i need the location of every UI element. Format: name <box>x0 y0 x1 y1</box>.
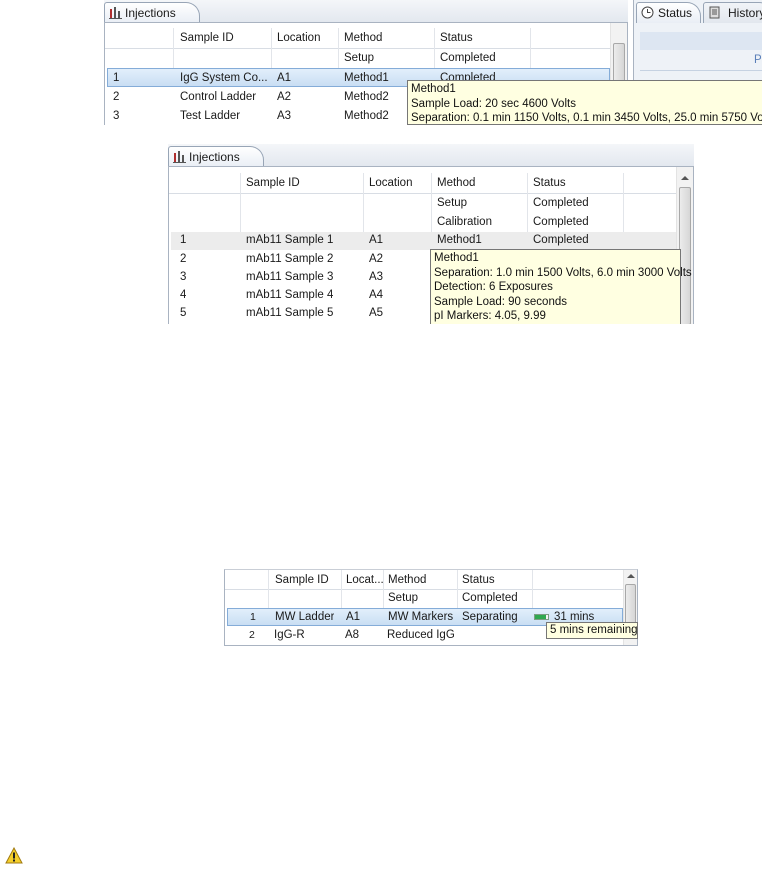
tooltip-line: Sample Load: 90 seconds <box>434 295 567 308</box>
row-number: 1 <box>180 234 187 246</box>
table-row[interactable]: Setup Completed <box>169 195 676 213</box>
location-cell: A1 <box>346 611 361 623</box>
tooltip-line: Detection: 6 Exposures <box>434 281 553 293</box>
sample-id-cell: mAb11 Sample 2 <box>246 253 334 265</box>
warning-icon <box>5 847 23 864</box>
table-header: Sample ID Location Method Status <box>169 173 676 194</box>
table-row[interactable]: Setup Completed <box>225 590 623 608</box>
tooltip-line: Method1 <box>434 252 479 264</box>
row-number: 2 <box>113 91 120 103</box>
sample-id-cell: IgG-R <box>274 629 305 641</box>
col-header-sample-id[interactable]: Sample ID <box>246 177 300 189</box>
col-header-sample-id[interactable]: Sample ID <box>275 574 329 586</box>
row-number: 3 <box>113 110 120 122</box>
status-cell: Separating <box>462 611 518 623</box>
location-cell: A1 <box>277 72 292 84</box>
row-number: 1 <box>113 72 120 84</box>
location-cell: A1 <box>369 234 384 246</box>
tooltip-line: Separation: 0.1 min 1150 Volts, 0.1 min … <box>411 112 762 124</box>
location-cell: A8 <box>345 629 360 641</box>
sample-id-cell: mAb11 Sample 4 <box>246 289 334 301</box>
table-header: Sample ID Locat... Method Status <box>225 570 623 590</box>
history-icon <box>709 6 720 19</box>
tooltip-line: 5 mins remaining <box>550 624 638 636</box>
scroll-up-arrow[interactable] <box>681 176 689 180</box>
table-row-hover[interactable]: 1 mAb11 Sample 1 A1 Method1 Completed <box>171 232 676 250</box>
col-header-location[interactable]: Locat... <box>346 574 384 586</box>
tooltip-line: Separation: 1.0 min 1500 Volts, 6.0 min … <box>434 266 692 279</box>
method-cell: Method1 <box>344 72 389 84</box>
method-tooltip: Method1 Separation: 1.0 min 1500 Volts, … <box>430 249 692 324</box>
method-cell: Setup <box>344 52 375 64</box>
table-row[interactable]: Setup Completed <box>105 49 610 68</box>
location-cell: A3 <box>277 110 292 122</box>
tab-injections[interactable]: Injections <box>104 2 200 23</box>
chart-icon <box>109 7 122 19</box>
tooltip-line: Method1 <box>411 83 456 95</box>
side-panel-text: P <box>754 54 762 66</box>
row-number: 3 <box>180 271 187 283</box>
location-cell: A2 <box>369 253 384 265</box>
method-cell: Calibration <box>437 216 492 228</box>
progress-bar <box>534 614 549 620</box>
col-header-method[interactable]: Method <box>344 32 382 44</box>
chart-icon <box>173 151 186 163</box>
tab-label: Status <box>658 6 693 20</box>
scroll-up-arrow[interactable] <box>626 574 635 578</box>
tab-status[interactable]: Status <box>636 2 701 23</box>
sample-id-cell: mAb11 Sample 1 <box>246 234 334 246</box>
method-tooltip: Method1 Sample Load: 20 sec 4600 Volts S… <box>407 80 762 125</box>
row-number: 2 <box>249 629 255 641</box>
location-cell: A5 <box>369 307 384 319</box>
tab-label: History <box>728 6 762 20</box>
status-cell: Completed <box>533 216 589 228</box>
sample-id-cell: mAb11 Sample 3 <box>246 271 334 283</box>
table-row[interactable]: Calibration Completed <box>169 214 676 232</box>
method-cell: MW Markers <box>388 611 454 623</box>
col-header-method[interactable]: Method <box>437 177 475 189</box>
method-cell: Setup <box>437 197 468 209</box>
sample-id-cell: mAb11 Sample 5 <box>246 307 334 319</box>
tooltip-line: pI Markers: 4.05, 9.99 <box>434 310 546 322</box>
tooltip-line: Sample Load: 20 sec 4600 Volts <box>411 97 576 110</box>
location-cell: A3 <box>369 271 384 283</box>
tab-injections[interactable]: Injections <box>168 146 264 167</box>
method-cell: Method2 <box>344 110 389 122</box>
status-cell: Completed <box>533 197 589 209</box>
tab-label: Injections <box>189 150 240 164</box>
row-number: 2 <box>180 253 187 265</box>
method-cell: Setup <box>388 592 419 604</box>
col-header-status[interactable]: Status <box>462 574 495 586</box>
progress-fill <box>535 615 547 619</box>
time-remaining-tooltip: 5 mins remaining <box>546 622 638 639</box>
table-header: Sample ID Location Method Status <box>105 28 610 49</box>
row-number: 1 <box>250 611 256 623</box>
col-header-status[interactable]: Status <box>440 32 473 44</box>
row-number: 5 <box>180 307 187 319</box>
method-cell: Method2 <box>344 91 389 103</box>
method-cell: Reduced IgG <box>387 629 455 641</box>
status-cell: Completed <box>533 234 589 246</box>
col-header-location[interactable]: Location <box>277 32 320 44</box>
tab-history[interactable]: History <box>703 2 762 23</box>
status-cell: Completed <box>462 592 518 604</box>
tab-label: Injections <box>125 6 176 20</box>
col-header-location[interactable]: Location <box>369 177 412 189</box>
location-cell: A4 <box>369 289 384 301</box>
sample-id-cell: MW Ladder <box>275 611 335 623</box>
col-header-sample-id[interactable]: Sample ID <box>180 32 234 44</box>
sample-id-cell: Test Ladder <box>180 110 241 122</box>
col-header-method[interactable]: Method <box>388 574 426 586</box>
status-cell: Completed <box>440 52 496 64</box>
clock-icon <box>641 6 654 19</box>
method-cell: Method1 <box>437 234 482 246</box>
row-number: 4 <box>180 289 187 301</box>
location-cell: A2 <box>277 91 292 103</box>
sample-id-cell: IgG System Co... <box>180 72 268 84</box>
col-header-status[interactable]: Status <box>533 177 566 189</box>
sample-id-cell: Control Ladder <box>180 91 257 103</box>
